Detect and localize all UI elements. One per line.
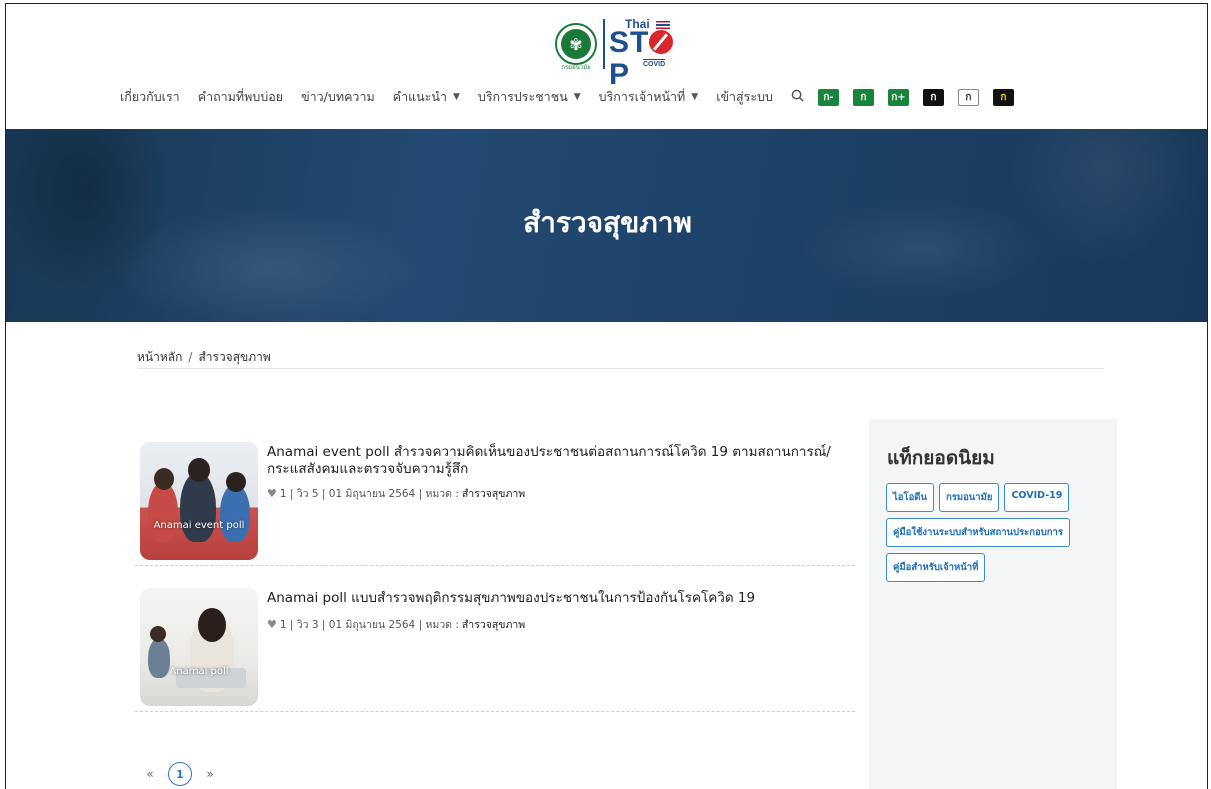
list-item: Anamai poll Anamai poll แบบสำรวจพฤติกรรม… [135, 586, 855, 712]
breadcrumb-separator: / [188, 350, 193, 364]
post-meta-text: 1 | วิว 3 | 01 มิถุนายน 2564 | หมวด : [279, 619, 459, 631]
tag-covid-19[interactable]: COVID-19 [1004, 483, 1070, 512]
caret-down-icon: ▼ [452, 92, 460, 102]
nav-item-advice[interactable]: คำแนะนำ ▼ [393, 87, 460, 107]
tag-staff-manual[interactable]: คู่มือสำหรับเจ้าหน้าที่ [886, 553, 986, 582]
popular-tags-heading: แท็กยอดนิยม [887, 447, 995, 469]
post-title-link[interactable]: Anamai poll แบบสำรวจพฤติกรรมสุขภาพของประ… [267, 590, 857, 607]
sidebar: แท็กยอดนิยม ไอโอดีน กรมอนามัย COVID-19 ค… [869, 419, 1117, 789]
page-title: สำรวจสุขภาพ [523, 206, 692, 239]
contrast-dark-button[interactable]: ก [922, 88, 944, 106]
nav-item-faq[interactable]: คำถามที่พบบ่อย [198, 87, 283, 107]
breadcrumb-current: สำรวจสุขภาพ [198, 350, 271, 364]
search-icon[interactable] [791, 89, 804, 106]
contrast-yellow-button[interactable]: ก [992, 88, 1014, 106]
post-thumbnail[interactable]: Anamai poll [140, 588, 258, 706]
post-category-link[interactable]: สำรวจสุขภาพ [462, 616, 525, 633]
thumbnail-caption: Anamai poll [169, 666, 229, 677]
caret-down-icon: ▼ [691, 92, 699, 102]
post-meta: ♥ 1 | วิว 5 | 01 มิถุนายน 2564 | หมวด : … [267, 485, 525, 502]
breadcrumb: หน้าหลัก / สำรวจสุขภาพ [137, 348, 271, 367]
heart-icon[interactable]: ♥ [267, 618, 277, 631]
seal-text: กรมอนามัย [561, 64, 591, 71]
nav-item-staff-services[interactable]: บริการเจ้าหน้าที่ ▼ [599, 87, 699, 107]
nav-item-login[interactable]: เข้าสู่ระบบ [716, 87, 773, 107]
post-meta-text: 1 | วิว 5 | 01 มิถุนายน 2564 | หมวด : [279, 488, 459, 500]
thai-stop-covid-logo: Thai STP COVID [603, 17, 691, 91]
tag-iodine[interactable]: ไอโอดีน [886, 483, 934, 512]
font-size-normal-button[interactable]: ก [852, 88, 874, 106]
logo-covid-text: COVID [643, 59, 666, 68]
main-nav: เกี่ยวกับเรา คำถามที่พบบ่อย ข่าว/บทความ … [120, 86, 1014, 108]
pagination-prev-button[interactable]: « [139, 767, 161, 781]
page-banner: สำรวจสุขภาพ [6, 129, 1207, 322]
contrast-light-button[interactable]: ก [957, 88, 979, 106]
heart-icon[interactable]: ♥ [267, 487, 277, 500]
department-seal-icon: ✾ กรมอนามัย [555, 23, 597, 71]
page-frame: ✾ กรมอนามัย Thai STP COVID เกี่ยวกับเรา … [5, 3, 1208, 789]
tag-list: ไอโอดีน กรมอนามัย COVID-19 คู่มือใช้งานร… [886, 483, 1106, 588]
nav-item-news[interactable]: ข่าว/บทความ [301, 87, 375, 107]
post-meta: ♥ 1 | วิว 3 | 01 มิถุนายน 2564 | หมวด : … [267, 616, 525, 633]
divider [137, 368, 1104, 369]
post-category-link[interactable]: สำรวจสุขภาพ [462, 485, 525, 502]
list-item: Anamai event poll Anamai event poll สำรว… [135, 440, 855, 566]
nav-item-about[interactable]: เกี่ยวกับเรา [120, 87, 180, 107]
site-logo[interactable]: ✾ กรมอนามัย Thai STP COVID [555, 16, 695, 91]
pagination-page-button[interactable]: 1 [168, 762, 192, 786]
post-title-link[interactable]: Anamai event poll สำรวจความคิดเห็นของประ… [267, 444, 857, 478]
font-size-increase-button[interactable]: ก+ [887, 88, 909, 106]
post-thumbnail[interactable]: Anamai event poll [140, 442, 258, 560]
breadcrumb-home-link[interactable]: หน้าหลัก [137, 350, 182, 364]
thumbnail-caption: Anamai event poll [153, 520, 245, 531]
caret-down-icon: ▼ [573, 92, 581, 102]
tag-department-of-health[interactable]: กรมอนามัย [938, 483, 1000, 512]
no-virus-icon [649, 30, 674, 54]
font-size-decrease-button[interactable]: ก- [817, 88, 839, 106]
pagination: « 1 » [139, 762, 221, 786]
tag-business-manual[interactable]: คู่มือใช้งานระบบสำหรับสถานประกอบการ [886, 518, 1070, 547]
pagination-next-button[interactable]: » [199, 767, 221, 781]
nav-item-public-services[interactable]: บริการประชาชน ▼ [478, 87, 581, 107]
